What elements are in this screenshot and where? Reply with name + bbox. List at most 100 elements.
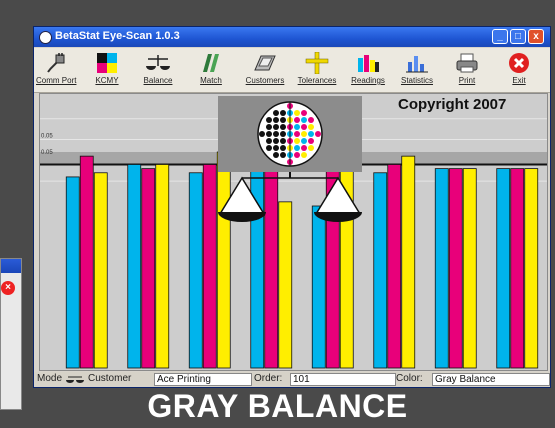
tolerances-button[interactable]: Tolerances xyxy=(294,50,340,90)
cmy-halftone-dot xyxy=(301,145,307,151)
gray-balance-chart: 0.05 0.05 xyxy=(39,93,548,371)
order-label: Order: xyxy=(254,373,283,384)
tick-label: 0.05 xyxy=(41,150,53,156)
cmy-halftone-dot xyxy=(308,117,314,123)
toolbar-label: Customers xyxy=(245,76,285,85)
bar-yellow xyxy=(339,139,354,369)
bar-cyan xyxy=(434,168,449,369)
cmy-halftone-dot xyxy=(301,131,307,137)
balance-button[interactable]: Balance xyxy=(140,50,176,90)
stats-chart-icon xyxy=(406,56,428,73)
bar-magenta xyxy=(510,168,525,369)
close-button[interactable]: x xyxy=(528,29,544,44)
black-halftone-dot xyxy=(273,124,279,130)
cmy-halftone-dot xyxy=(294,145,300,151)
bar-cyan xyxy=(65,176,80,369)
bar-yellow xyxy=(524,168,539,369)
cmy-halftone-dot xyxy=(294,117,300,123)
black-halftone-dot xyxy=(266,131,272,137)
tick-label: 0.05 xyxy=(41,134,53,140)
copyright-text: Copyright 2007 xyxy=(398,96,507,113)
toolbar-label: Tolerances xyxy=(297,76,337,85)
black-halftone-dot xyxy=(280,131,286,137)
match-button[interactable]: Match xyxy=(194,50,228,90)
app-logo-icon xyxy=(39,31,52,44)
toolbar-label: Comm Port xyxy=(36,76,77,85)
black-halftone-dot xyxy=(273,110,279,116)
readings-button[interactable]: Readings xyxy=(348,50,388,90)
bar-magenta xyxy=(79,155,94,369)
bar-readings-icon xyxy=(358,55,379,72)
app-window: BetaStat Eye-Scan 1.0.3 _ □ x Comm Port … xyxy=(33,26,551,388)
black-halftone-dot xyxy=(280,110,286,116)
bar-magenta xyxy=(387,164,402,369)
comm-port-button[interactable]: Comm Port xyxy=(36,50,76,90)
plug-icon xyxy=(47,53,65,73)
black-halftone-dot xyxy=(259,131,265,137)
bar-yellow xyxy=(93,172,108,369)
black-halftone-dot xyxy=(273,152,279,158)
cmy-halftone-dot xyxy=(301,138,307,144)
black-halftone-dot xyxy=(266,124,272,130)
order-field[interactable]: 101 xyxy=(290,373,396,386)
toolbar-label: KCMY xyxy=(95,76,119,85)
bar-yellow xyxy=(278,201,293,369)
cross-target-icon xyxy=(305,52,329,74)
kcmy-button[interactable]: KCMY xyxy=(90,50,124,90)
toolbar: Comm Port KCMY Balance Match Customers T… xyxy=(34,48,550,93)
bar-yellow xyxy=(401,155,416,369)
black-halftone-dot xyxy=(280,152,286,158)
window-title: BetaStat Eye-Scan 1.0.3 xyxy=(55,30,180,42)
cmy-halftone-dot xyxy=(308,131,314,137)
cmy-halftone-dot xyxy=(301,124,307,130)
status-bar: Mode Customer Ace Printing Order: 101 Co… xyxy=(34,372,550,387)
black-halftone-dot xyxy=(266,138,272,144)
statistics-button[interactable]: Statistics xyxy=(396,50,438,90)
black-halftone-dot xyxy=(273,131,279,137)
toolbar-label: Exit xyxy=(512,76,526,85)
color-field[interactable]: Gray Balance xyxy=(432,373,550,386)
maximize-button[interactable]: □ xyxy=(510,29,526,44)
toolbar-label: Readings xyxy=(351,76,385,85)
exit-x-icon[interactable]: × xyxy=(1,281,15,295)
black-halftone-dot xyxy=(280,124,286,130)
cmy-halftone-dot xyxy=(308,124,314,130)
black-halftone-dot xyxy=(266,117,272,123)
exit-button[interactable]: Exit xyxy=(504,50,534,90)
cmy-halftone-dot xyxy=(315,131,321,137)
customer-label: Customer xyxy=(88,373,132,384)
kcmy-squares-icon xyxy=(97,53,117,73)
print-button[interactable]: Print xyxy=(452,50,482,90)
cmy-halftone-dot xyxy=(294,110,300,116)
scale-icon xyxy=(146,55,170,70)
cmy-halftone-dot xyxy=(308,145,314,151)
black-halftone-dot xyxy=(280,138,286,144)
toolbar-label: Match xyxy=(200,76,222,85)
black-halftone-dot xyxy=(280,145,286,151)
bar-magenta xyxy=(264,168,279,369)
bar-cyan xyxy=(496,168,511,369)
minimize-button[interactable]: _ xyxy=(492,29,508,44)
rolodex-icon xyxy=(254,55,276,71)
scale-icon xyxy=(66,376,84,383)
customer-field[interactable]: Ace Printing xyxy=(154,373,252,386)
cmy-halftone-dot xyxy=(294,138,300,144)
cmy-halftone-dot xyxy=(294,152,300,158)
color-label: Color: xyxy=(396,373,423,384)
bar-magenta xyxy=(141,168,156,369)
title-bar[interactable]: BetaStat Eye-Scan 1.0.3 _ □ x xyxy=(34,27,550,47)
bar-yellow xyxy=(155,164,170,369)
exit-x-icon xyxy=(509,53,529,73)
black-halftone-dot xyxy=(266,145,272,151)
toolbar-label: Statistics xyxy=(400,76,433,85)
toolbar-label: Print xyxy=(458,76,476,85)
customers-button[interactable]: Customers xyxy=(242,50,288,90)
bar-magenta xyxy=(448,168,463,369)
bar-cyan xyxy=(311,205,326,369)
mode-label: Mode xyxy=(37,373,63,384)
bar-yellow xyxy=(216,151,231,369)
cmy-halftone-dot xyxy=(294,124,300,130)
printer-icon xyxy=(456,53,478,73)
cmy-halftone-dot xyxy=(301,117,307,123)
black-halftone-dot xyxy=(273,117,279,123)
